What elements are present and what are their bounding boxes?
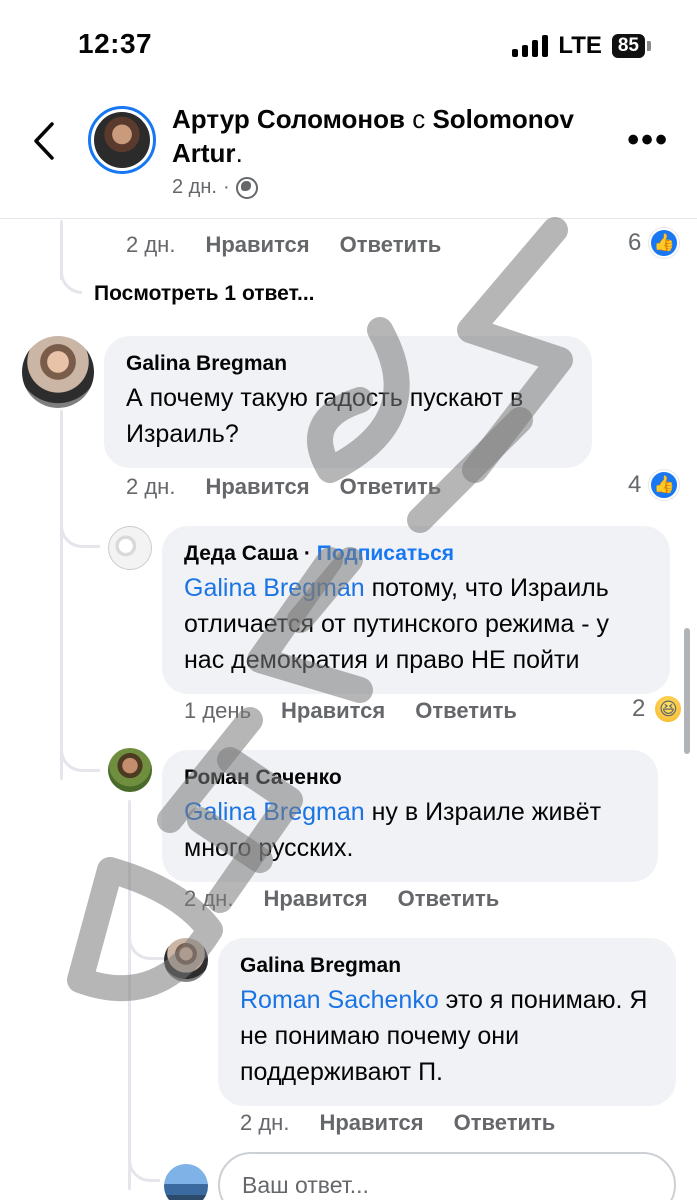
thread-curve: [60, 500, 100, 548]
post-author-name[interactable]: Артур Соломонов: [172, 104, 405, 134]
with-word: с: [412, 104, 426, 134]
comment-actions: 2 дн. Нравится Ответить: [240, 1110, 555, 1136]
reply-button[interactable]: Ответить: [415, 698, 517, 724]
avatar[interactable]: [22, 336, 94, 408]
comment-time[interactable]: 1 день: [184, 698, 251, 724]
chevron-left-icon: [34, 122, 54, 160]
like-button[interactable]: Нравится: [263, 886, 367, 912]
globe-icon: [235, 176, 258, 199]
status-time: 12:37: [78, 28, 153, 59]
comment-time[interactable]: 2 дн.: [240, 1110, 289, 1136]
like-button[interactable]: Нравится: [281, 698, 385, 724]
battery-icon: 85: [611, 34, 651, 58]
comment-author[interactable]: Galina Bregman: [240, 952, 654, 980]
comment-bubble: Деда Саша · Подписаться Galina Bregman п…: [162, 526, 670, 694]
mention-link[interactable]: Galina Bregman: [184, 798, 365, 826]
thread-curve: [60, 730, 100, 772]
comment-author[interactable]: Деда Саша: [184, 542, 298, 565]
signal-icon: [512, 35, 549, 57]
follow-button[interactable]: Подписаться: [317, 542, 454, 565]
battery-level: 85: [611, 34, 645, 58]
reply-placeholder: Ваш ответ...: [242, 1171, 369, 1198]
reply-button[interactable]: Ответить: [398, 886, 500, 912]
haha-emoji-icon: 😆: [653, 694, 684, 724]
comment-bubble: Galina Bregman Roman Sachenko это я пони…: [218, 938, 676, 1106]
scrollbar[interactable]: [684, 628, 690, 754]
avatar[interactable]: [108, 526, 152, 570]
reply-button[interactable]: Ответить: [340, 232, 442, 258]
reaction-count[interactable]: 6 👍: [628, 228, 680, 258]
like-button[interactable]: Нравится: [205, 474, 309, 500]
thread-line: [128, 800, 131, 1190]
network-label: LTE: [558, 32, 602, 59]
comment-bubble: Galina Bregman А почему такую гадость пу…: [104, 336, 592, 468]
comment-author[interactable]: Galina Bregman: [126, 350, 570, 378]
thread-curve: [128, 1140, 160, 1182]
reply-input[interactable]: Ваш ответ...: [218, 1152, 676, 1200]
like-thumb-icon: 👍: [649, 470, 680, 500]
like-button[interactable]: Нравится: [319, 1110, 423, 1136]
avatar[interactable]: [108, 748, 152, 792]
thread-line: [60, 410, 63, 780]
more-dots-icon[interactable]: •••: [627, 123, 669, 157]
status-icons: LTE 85: [512, 32, 651, 60]
comment-text: Roman Sachenko это я понимаю. Я не поним…: [240, 986, 648, 1086]
mention-link[interactable]: Roman Sachenko: [240, 986, 439, 1014]
thread-curve: [60, 250, 82, 294]
my-avatar: [164, 1164, 208, 1200]
post-time[interactable]: 2 дн.: [172, 176, 217, 199]
comment-text: Galina Bregman потому, что Израиль отлич…: [184, 574, 610, 674]
avatar[interactable]: [164, 938, 208, 982]
comment-time[interactable]: 2 дн.: [126, 232, 175, 258]
comment-text: А почему такую гадость пускают в Израиль…: [126, 384, 524, 448]
header-divider: [0, 218, 697, 219]
mention-link[interactable]: Galina Bregman: [184, 574, 365, 602]
like-thumb-icon: 👍: [649, 228, 680, 258]
comment-actions: 2 дн. Нравится Ответить: [126, 232, 441, 258]
comment-time[interactable]: 2 дн.: [184, 886, 233, 912]
reaction-count[interactable]: 2 😆: [632, 694, 684, 724]
comment-bubble: Роман Саченко Galina Bregman ну в Израил…: [162, 750, 658, 882]
back-button[interactable]: [28, 118, 64, 164]
reply-button[interactable]: Ответить: [454, 1110, 556, 1136]
comment-author[interactable]: Роман Саченко: [184, 764, 636, 792]
comment-text: Galina Bregman ну в Израиле живёт много …: [184, 798, 602, 862]
reply-button[interactable]: Ответить: [340, 474, 442, 500]
reaction-count[interactable]: 4 👍: [628, 470, 680, 500]
post-author-avatar[interactable]: [88, 106, 156, 174]
comment-actions: 1 день Нравится Ответить: [184, 698, 517, 724]
like-button[interactable]: Нравится: [205, 232, 309, 258]
post-title[interactable]: Артур Соломонов с Solomonov Artur.: [172, 102, 612, 170]
view-replies-link[interactable]: Посмотреть 1 ответ...: [94, 282, 315, 306]
comment-time[interactable]: 2 дн.: [126, 474, 175, 500]
comment-actions: 2 дн. Нравится Ответить: [126, 474, 441, 500]
post-meta: 2 дн. ·: [172, 176, 258, 199]
comment-actions: 2 дн. Нравится Ответить: [184, 886, 499, 912]
